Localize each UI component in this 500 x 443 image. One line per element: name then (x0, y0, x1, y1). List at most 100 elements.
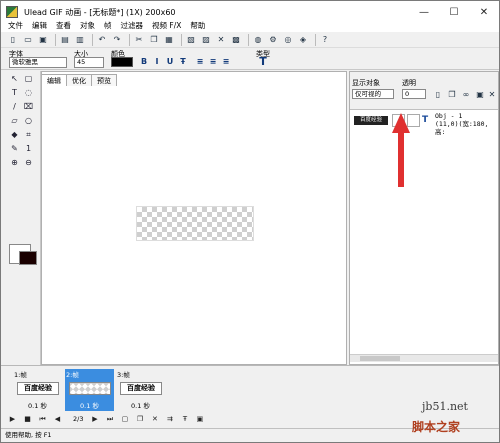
paste-icon[interactable]: ▦ (163, 34, 175, 46)
menu-object[interactable]: 对象 (80, 20, 95, 31)
optimize-icon[interactable]: ◈ (297, 34, 309, 46)
italic-button[interactable]: I (152, 57, 162, 67)
stop-icon[interactable]: ■ (22, 414, 33, 425)
object-manager-panel: 显示对象 仅可视的 透明 0 ▯ ❐ ∞ ▣ ✕ 百度经验 T Obj - 1 … (349, 71, 499, 365)
copy-icon[interactable]: ❐ (148, 34, 160, 46)
size-select[interactable]: 45 (74, 57, 104, 68)
frame-properties-icon[interactable]: ▣ (194, 414, 205, 425)
crop-tool-icon[interactable]: ⌧ (23, 101, 34, 112)
object-delete-icon[interactable]: ✕ (486, 88, 498, 100)
first-frame-icon[interactable]: ⏮ (37, 414, 48, 425)
brush-tool-icon[interactable]: / (9, 101, 20, 112)
bold-button[interactable]: B (139, 57, 149, 67)
text-banner-icon[interactable]: Ŧ (179, 414, 190, 425)
opacity-label: 透明 (402, 79, 416, 87)
add-frame-icon[interactable]: ▨ (200, 34, 212, 46)
tab-edit[interactable]: 编辑 (42, 74, 67, 86)
pointer-tool-icon[interactable]: ↖ (9, 73, 20, 84)
frame-2[interactable]: 2:帧 0.1 秒 (65, 369, 114, 411)
align-right-icon[interactable]: ≡ (221, 57, 231, 67)
help-pointer-icon[interactable]: ? (319, 34, 331, 46)
foreground-color-swatch[interactable] (19, 251, 37, 265)
app-window: Ulead GIF 动画 - [无标题*] (1X) 200x60 — ☐ ✕ … (0, 0, 500, 443)
frame-1[interactable]: 1:帧 百度经验 0.1 秒 (13, 369, 62, 411)
menu-edit[interactable]: 编辑 (32, 20, 47, 31)
image-canvas[interactable] (136, 206, 254, 241)
object-info-geometry: (11,0)(宽:180,高: (435, 120, 489, 136)
frame-2-duration: 0.1 秒 (80, 402, 99, 410)
menu-video-fx[interactable]: 视频 F/X (152, 20, 181, 31)
opacity-input[interactable]: 0 (402, 89, 426, 99)
object-link-icon[interactable]: ∞ (460, 88, 472, 100)
object-thumbnail: 百度经验 (354, 116, 388, 125)
tween-icon[interactable]: ⇉ (164, 414, 175, 425)
undo-icon[interactable]: ↶ (96, 34, 108, 46)
text-type-icon[interactable]: T (258, 56, 268, 67)
strikethrough-button[interactable]: Ŧ (178, 57, 188, 67)
align-left-icon[interactable]: ≡ (195, 57, 205, 67)
new-file-icon[interactable]: ▯ (7, 34, 19, 46)
object-list-item[interactable]: 百度经验 T Obj - 1 (11,0)(宽:180,高: (352, 110, 498, 136)
frame-3-duration: 0.1 秒 (131, 402, 150, 410)
object-new-icon[interactable]: ▯ (432, 88, 444, 100)
ellipse-tool-icon[interactable]: ○ (23, 115, 34, 126)
delete-icon[interactable]: ✕ (215, 34, 227, 46)
add-image-icon[interactable]: ▧ (185, 34, 197, 46)
main-toolbar: ▯ ▭ ▣ ▤ ▥ ↶ ↷ ✂ ❐ ▦ ▧ ▨ ✕ ▩ ◍ ⚙ ◎ ◈ ? (1, 32, 499, 48)
frame-3[interactable]: 3:帧 百度经验 0.1 秒 (116, 369, 165, 411)
last-frame-icon[interactable]: ⏭ (104, 414, 115, 425)
underline-button[interactable]: U (165, 57, 175, 67)
menu-frame[interactable]: 帧 (104, 20, 112, 31)
text-tool-icon[interactable]: T (9, 87, 20, 98)
browser-icon[interactable]: ◎ (282, 34, 294, 46)
settings-icon[interactable]: ⚙ (267, 34, 279, 46)
align-center-icon[interactable]: ≡ (208, 57, 218, 67)
save-icon[interactable]: ▣ (37, 34, 49, 46)
redo-icon[interactable]: ↷ (111, 34, 123, 46)
menu-view[interactable]: 查看 (56, 20, 71, 31)
font-select[interactable]: 微软雅黑 (9, 57, 67, 68)
red-annotation-arrow (392, 113, 410, 187)
tool-panel: ↖ ▢ T ◌ / ⌧ ▱ ○ ◆ ⌗ ✎ 1 ⊕ ⊖ (1, 71, 41, 365)
previous-frame-icon[interactable]: ◀ (52, 414, 63, 425)
export-icon[interactable]: ▥ (74, 34, 86, 46)
properties-icon[interactable]: ▩ (230, 34, 242, 46)
select-tool-icon[interactable]: ▢ (23, 73, 34, 84)
object-merge-icon[interactable]: ▣ (474, 88, 486, 100)
show-objects-select[interactable]: 仅可视的 (352, 89, 394, 99)
menu-bar: 文件 编辑 查看 对象 帧 过滤器 视频 F/X 帮助 (1, 18, 499, 32)
actual-size-tool-icon[interactable]: 1 (23, 143, 34, 154)
menu-file[interactable]: 文件 (8, 20, 23, 31)
globe-icon[interactable]: ◍ (252, 34, 264, 46)
zoom-in-icon[interactable]: ⊕ (9, 157, 20, 168)
frame-3-thumbnail: 百度经验 (120, 382, 162, 395)
object-panel-scrollbar[interactable] (350, 354, 498, 362)
frame-1-duration: 0.1 秒 (28, 402, 47, 410)
text-color-swatch[interactable] (111, 57, 133, 67)
eyedropper-tool-icon[interactable]: ✎ (9, 143, 20, 154)
text-object-icon: T (422, 115, 429, 125)
cut-icon[interactable]: ✂ (133, 34, 145, 46)
duplicate-frame-icon[interactable]: ❐ (134, 414, 145, 425)
frame-2-thumbnail (69, 382, 111, 395)
frame-1-thumbnail: 百度经验 (17, 382, 59, 395)
zoom-out-icon[interactable]: ⊖ (23, 157, 34, 168)
tab-preview[interactable]: 预览 (92, 74, 117, 86)
frame-counter: 2/3 (73, 415, 84, 423)
object-duplicate-icon[interactable]: ❐ (446, 88, 458, 100)
show-objects-label: 显示对象 (352, 79, 380, 87)
eraser-tool-icon[interactable]: ▱ (9, 115, 20, 126)
import-icon[interactable]: ▤ (59, 34, 71, 46)
fill-tool-icon[interactable]: ◆ (9, 129, 20, 140)
open-folder-icon[interactable]: ▭ (22, 34, 34, 46)
next-frame-icon[interactable]: ▶ (89, 414, 100, 425)
watermark-site-name: 脚本之家 (412, 420, 461, 434)
tab-optimize[interactable]: 优化 (67, 74, 92, 86)
menu-filter[interactable]: 过滤器 (121, 20, 144, 31)
transform-tool-icon[interactable]: ⌗ (23, 129, 34, 140)
play-icon[interactable]: ▶ (7, 414, 18, 425)
add-frame-button-icon[interactable]: ▢ (119, 414, 130, 425)
menu-help[interactable]: 帮助 (190, 20, 205, 31)
delete-frame-icon[interactable]: ✕ (149, 414, 160, 425)
lasso-tool-icon[interactable]: ◌ (23, 87, 34, 98)
